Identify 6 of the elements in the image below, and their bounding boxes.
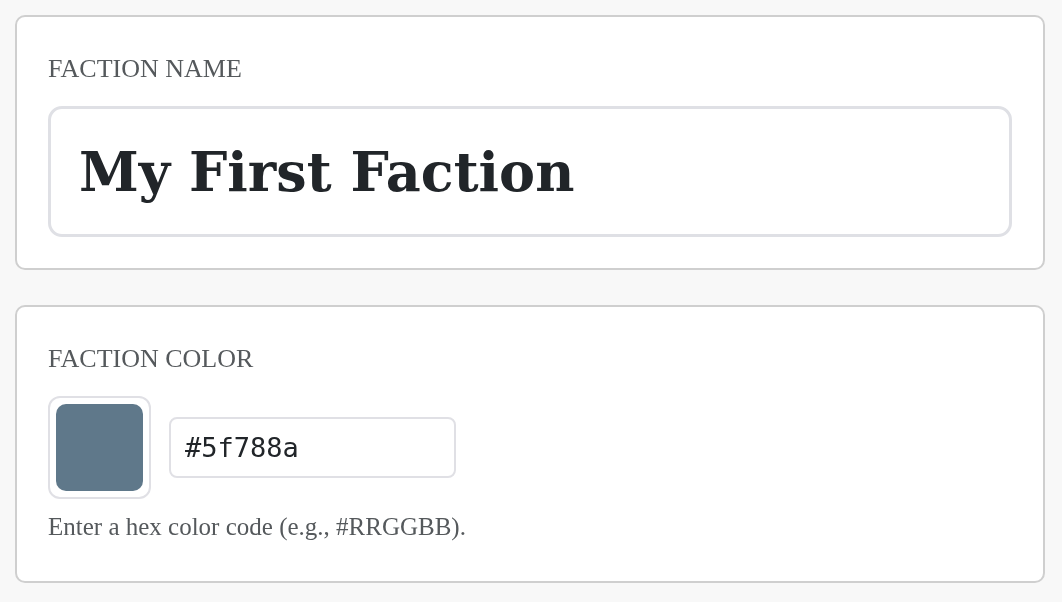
- name-input-field[interactable]: My First Faction: [48, 106, 1012, 238]
- color-picker-button[interactable]: [48, 396, 151, 500]
- field-label: FACTION NAME: [48, 53, 243, 85]
- hex-input-field[interactable]: #5f788a: [169, 417, 456, 479]
- help-text: Enter a hex color code (e.g., #RRGGBB).: [48, 512, 467, 543]
- field-label: FACTION COLOR: [48, 343, 255, 375]
